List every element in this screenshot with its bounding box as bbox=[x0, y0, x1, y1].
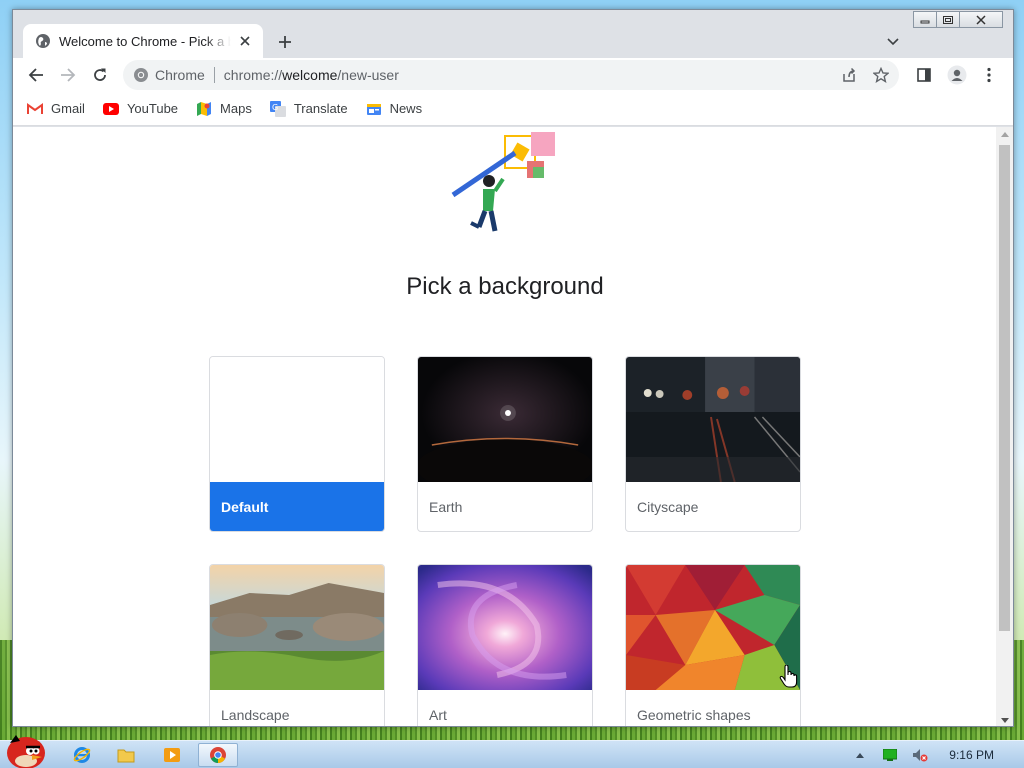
page-content: Pick a background Default Earth Cityscap… bbox=[13, 127, 997, 726]
bookmark-label: Gmail bbox=[51, 101, 85, 116]
maps-icon bbox=[196, 101, 212, 117]
profile-button[interactable] bbox=[945, 63, 969, 87]
default-preview bbox=[210, 357, 384, 482]
angry-bird-start-icon[interactable] bbox=[2, 731, 50, 768]
arrow-left-icon bbox=[28, 68, 43, 82]
bookmark-translate[interactable]: G Translate bbox=[269, 100, 348, 117]
tab-strip: Welcome to Chrome - Pick a background bbox=[13, 10, 1013, 58]
page-title: Pick a background bbox=[406, 273, 604, 300]
toolbar: Chrome chrome://welcome/new-user bbox=[13, 58, 1013, 92]
background-label: Earth bbox=[429, 499, 463, 515]
scroll-up-icon[interactable] bbox=[996, 127, 1013, 141]
side-panel-icon bbox=[917, 68, 931, 82]
chrome-window: Welcome to Chrome - Pick a background Ch… bbox=[12, 9, 1014, 727]
omnibox-separator bbox=[213, 67, 215, 83]
page-scrollbar[interactable] bbox=[996, 127, 1013, 726]
background-label: Landscape bbox=[221, 707, 290, 723]
plus-icon bbox=[279, 36, 291, 48]
tab-welcome[interactable]: Welcome to Chrome - Pick a background bbox=[23, 24, 263, 58]
url-text: chrome://welcome/new-user bbox=[224, 67, 399, 83]
reload-button[interactable] bbox=[88, 63, 112, 87]
reload-icon bbox=[94, 68, 106, 81]
avatar-icon bbox=[947, 65, 967, 85]
show-hidden-icons-icon[interactable] bbox=[851, 746, 869, 764]
chrome-logo-icon bbox=[134, 68, 148, 82]
youtube-icon bbox=[102, 101, 119, 117]
omnibox-chip-label: Chrome bbox=[155, 67, 205, 83]
bookmarks-bar: Gmail YouTube Maps G Translate News bbox=[13, 92, 1013, 126]
landscape-preview bbox=[210, 565, 384, 690]
url-path: /new-user bbox=[337, 67, 399, 83]
background-option-earth[interactable]: Earth bbox=[417, 356, 593, 532]
system-tray: 9:16 PM bbox=[845, 741, 1024, 768]
taskbar-internet-explorer[interactable] bbox=[62, 743, 102, 767]
share-icon[interactable] bbox=[839, 65, 859, 85]
gmail-icon bbox=[27, 101, 43, 117]
background-label: Cityscape bbox=[637, 499, 699, 515]
bookmark-news[interactable]: News bbox=[366, 101, 423, 117]
background-option-cityscape[interactable]: Cityscape bbox=[625, 356, 801, 532]
background-label: Default bbox=[210, 482, 384, 531]
news-icon bbox=[366, 101, 382, 117]
bookmark-label: Maps bbox=[220, 101, 252, 116]
address-bar[interactable]: Chrome chrome://welcome/new-user bbox=[123, 60, 899, 90]
arrow-right-icon bbox=[61, 68, 76, 82]
background-label: Geometric shapes bbox=[637, 707, 751, 723]
taskbar: 9:16 PM bbox=[0, 735, 1024, 768]
internet-explorer-icon bbox=[73, 747, 91, 763]
taskbar-clock[interactable]: 9:16 PM bbox=[949, 748, 994, 762]
folder-icon bbox=[117, 749, 135, 763]
art-preview bbox=[418, 565, 592, 690]
media-player-icon bbox=[164, 748, 180, 762]
forward-button[interactable] bbox=[56, 63, 80, 87]
bookmark-label: News bbox=[389, 101, 423, 116]
menu-button[interactable] bbox=[977, 63, 1001, 87]
background-option-art[interactable]: Art bbox=[417, 564, 593, 726]
chrome-icon bbox=[210, 747, 226, 763]
more-vert-icon bbox=[987, 67, 991, 83]
cityscape-preview bbox=[626, 357, 800, 482]
omnibox-actions bbox=[839, 65, 891, 85]
new-tab-button[interactable] bbox=[275, 32, 295, 52]
geometric-preview bbox=[626, 565, 800, 690]
url-scheme: chrome:// bbox=[223, 67, 283, 83]
network-icon[interactable] bbox=[881, 746, 899, 764]
bookmark-label: Translate bbox=[293, 101, 348, 116]
bookmark-star-icon[interactable] bbox=[871, 65, 891, 85]
chevron-down-icon bbox=[887, 38, 899, 46]
side-panel-button[interactable] bbox=[912, 63, 936, 87]
background-option-landscape[interactable]: Landscape bbox=[209, 564, 385, 726]
bookmark-label: YouTube bbox=[126, 101, 179, 116]
back-button[interactable] bbox=[24, 63, 48, 87]
bookmark-gmail[interactable]: Gmail bbox=[27, 101, 85, 117]
globe-icon bbox=[36, 34, 50, 48]
painter-illustration bbox=[451, 132, 555, 232]
taskbar-file-explorer[interactable] bbox=[106, 743, 146, 767]
scroll-thumb[interactable] bbox=[999, 145, 1010, 631]
earth-preview bbox=[418, 357, 592, 482]
svg-text:G: G bbox=[272, 103, 278, 112]
tab-search-button[interactable] bbox=[883, 32, 903, 52]
translate-icon: G bbox=[269, 100, 286, 117]
background-label: Art bbox=[429, 707, 447, 723]
taskbar-media-player[interactable] bbox=[152, 743, 192, 767]
hand-cursor-icon bbox=[779, 665, 798, 688]
tab-close-icon[interactable] bbox=[237, 33, 253, 49]
tab-title: Welcome to Chrome - Pick a background bbox=[59, 33, 231, 49]
taskbar-chrome[interactable] bbox=[198, 743, 238, 767]
background-option-geometric-shapes[interactable]: Geometric shapes bbox=[625, 564, 801, 726]
volume-muted-icon[interactable] bbox=[911, 746, 929, 764]
background-option-default[interactable]: Default bbox=[209, 356, 385, 532]
bookmark-maps[interactable]: Maps bbox=[196, 101, 252, 117]
url-host: welcome bbox=[282, 67, 338, 83]
scroll-down-icon[interactable] bbox=[996, 713, 1013, 726]
bookmark-youtube[interactable]: YouTube bbox=[102, 101, 179, 117]
